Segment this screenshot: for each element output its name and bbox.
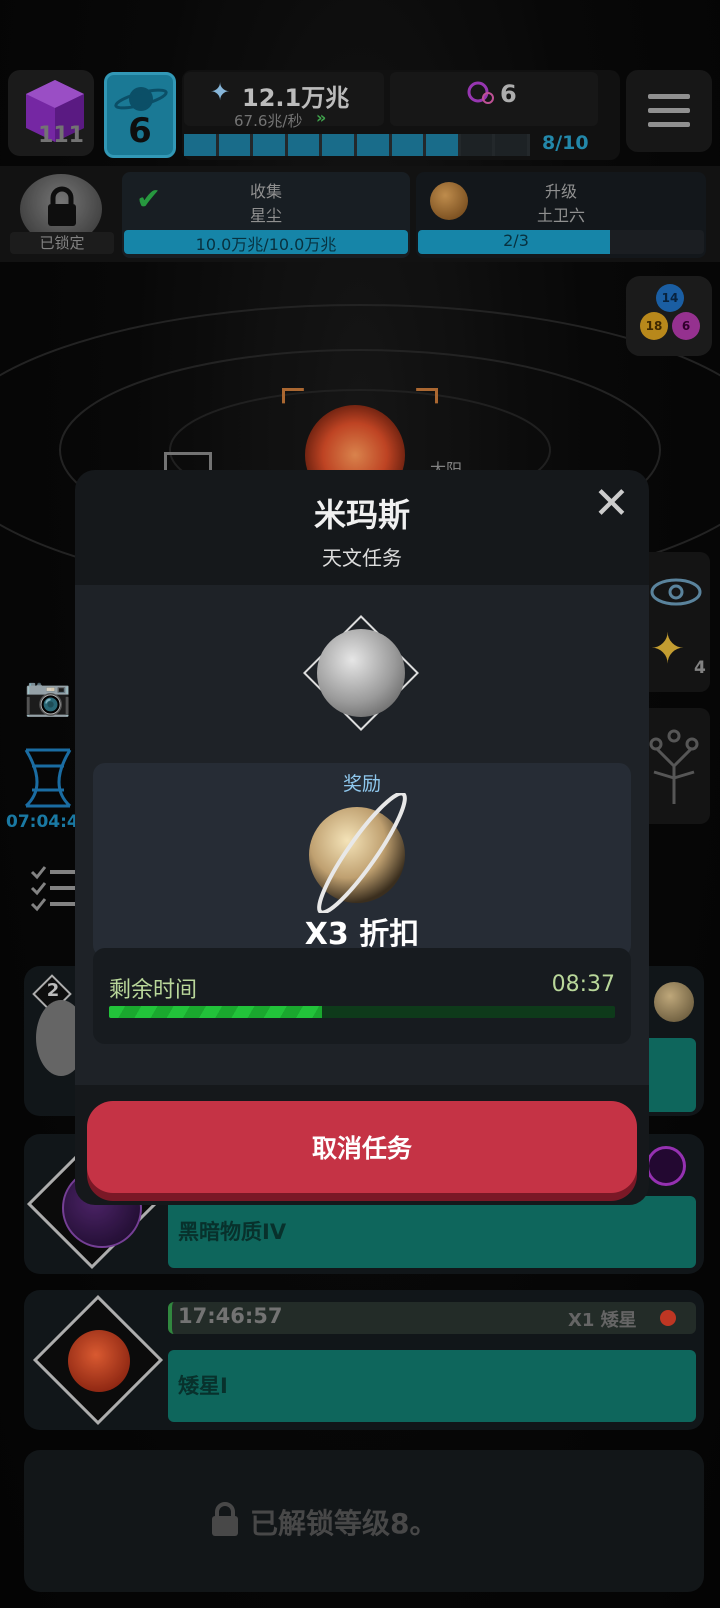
dialog-subtitle: 天文任务 xyxy=(322,546,402,570)
dialog-title: 米玛斯 xyxy=(313,496,410,534)
close-icon[interactable]: ✕ xyxy=(593,478,630,529)
time-progress-bar xyxy=(109,1006,615,1018)
mission-dialog: 米玛斯 天文任务 ✕ 奖励 X3 折扣 剩余时间 08:37 取消任务 xyxy=(75,470,649,1205)
remaining-time-panel: 剩余时间 08:37 xyxy=(93,948,631,1044)
remaining-label: 剩余时间 xyxy=(109,978,198,1003)
reward-label: 奖励 xyxy=(342,773,381,795)
reward-text: X3 折扣 xyxy=(304,917,420,952)
saturn-reward-icon xyxy=(309,793,407,913)
remaining-time: 08:37 xyxy=(551,972,615,997)
cancel-label: 取消任务 xyxy=(311,1134,412,1163)
cancel-mission-button[interactable]: 取消任务 xyxy=(87,1101,637,1193)
reward-panel: 奖励 X3 折扣 xyxy=(93,763,631,957)
mimas-moon-icon xyxy=(317,629,405,717)
